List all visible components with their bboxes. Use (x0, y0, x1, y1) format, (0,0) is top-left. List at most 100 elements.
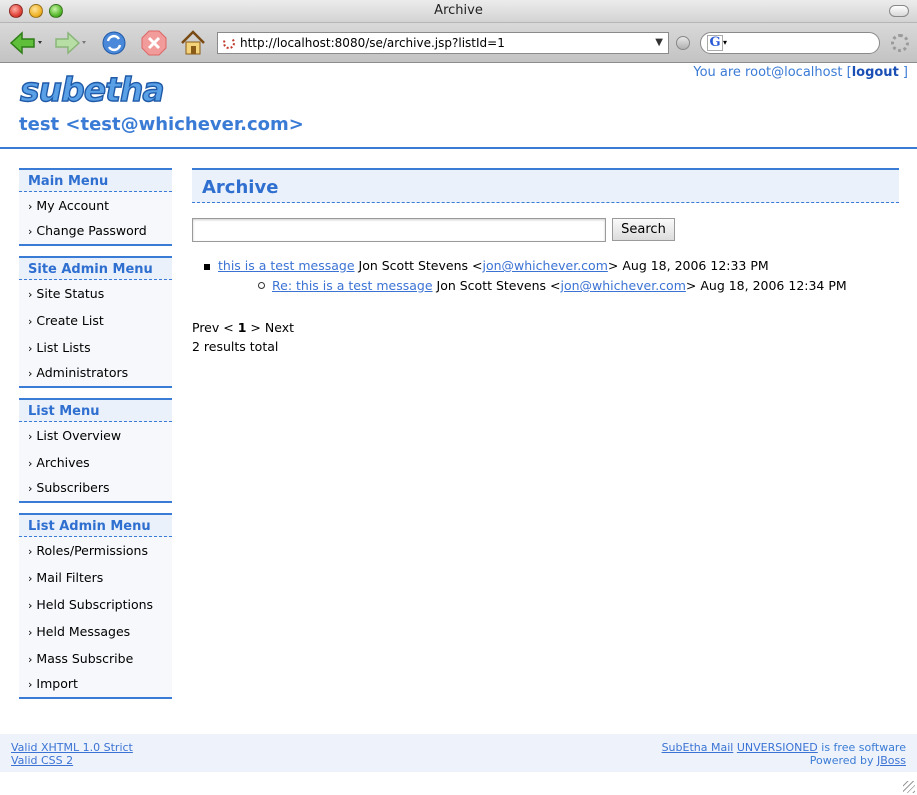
subetha-logo[interactable]: subetha (18, 67, 168, 111)
valid-xhtml-link[interactable]: Valid XHTML 1.0 Strict (11, 741, 133, 754)
list-menu: List Menu › List Overview › Archives › Subs… (19, 398, 172, 503)
menu-title: Site Admin Menu (19, 258, 172, 280)
pager-lt: < (223, 320, 234, 335)
pager-current-page: 1 (237, 320, 247, 335)
chevron-right-icon: › (28, 653, 33, 666)
menu-item-list-overview[interactable]: › List Overview (19, 422, 172, 449)
version-link[interactable]: UNVERSIONED (737, 741, 818, 754)
message-subject-link[interactable]: Re: this is a test message (272, 278, 433, 293)
menu-item-subscribers[interactable]: › Subscribers (19, 476, 172, 501)
menu-title: List Admin Menu (19, 515, 172, 537)
archive-search-form: Search (192, 218, 899, 248)
search-button[interactable]: Search (612, 218, 675, 241)
menu-item-site-status[interactable]: › Site Status (19, 280, 172, 307)
back-arrow-icon (9, 31, 42, 55)
chevron-right-icon: › (28, 599, 33, 612)
search-engine-dropdown-icon[interactable]: ▾ (723, 38, 727, 47)
chevron-right-icon: › (28, 288, 33, 301)
user-status-suffix: ] (898, 65, 908, 80)
sidebar: Main Menu › My Account › Change Password S… (19, 168, 172, 709)
chevron-right-icon: › (28, 482, 33, 495)
header-divider (0, 147, 917, 149)
resize-grip-icon[interactable] (903, 781, 915, 793)
chevron-right-icon: › (28, 457, 33, 470)
address-bar[interactable]: http://localhost:8080/se/archive.jsp?lis… (217, 32, 669, 54)
reload-icon (102, 31, 126, 55)
go-button[interactable] (676, 36, 690, 50)
circle-bullet-icon (258, 282, 265, 289)
chevron-right-icon: › (28, 225, 33, 238)
chevron-down-icon[interactable]: ▼ (655, 37, 663, 48)
message-subject-link[interactable]: this is a test message (218, 258, 355, 273)
message-date: Aug 18, 2006 12:33 PM (622, 258, 769, 273)
site-admin-menu: Site Admin Menu › Site Status › Create Lis… (19, 256, 172, 388)
forward-arrow-icon (55, 31, 86, 55)
subetha-logo-icon: subetha (19, 69, 165, 109)
back-button[interactable] (6, 28, 46, 58)
chevron-right-icon: › (28, 626, 33, 639)
chevron-right-icon: › (28, 367, 33, 380)
menu-item-mail-filters[interactable]: › Mail Filters (19, 564, 172, 591)
pager-next: Next (264, 320, 295, 335)
web-page: subetha test <test@whichever.com> You ar… (0, 64, 917, 795)
subetha-mail-link[interactable]: SubEtha Mail (662, 741, 734, 754)
message-email-link[interactable]: jon@whichever.com (560, 278, 685, 293)
menu-title: List Menu (19, 400, 172, 422)
pager-gt: > (250, 320, 261, 335)
browser-search-box[interactable]: G ▾ (700, 32, 880, 54)
home-icon (181, 30, 205, 55)
menu-item-roles-permissions[interactable]: › Roles/Permissions (19, 537, 172, 564)
reload-button[interactable] (99, 28, 129, 58)
user-status-text: You are root@localhost [ (693, 65, 852, 80)
window-titlebar: Archive (0, 0, 917, 23)
toolbar-toggle-icon[interactable] (889, 5, 909, 17)
powered-by-text: Powered by (809, 754, 878, 767)
menu-item-held-subscriptions[interactable]: › Held Subscriptions (19, 591, 172, 618)
chevron-right-icon: › (28, 342, 33, 355)
stop-button[interactable] (139, 28, 169, 58)
throbber-icon (891, 34, 909, 52)
message-email-link[interactable]: jon@whichever.com (482, 258, 607, 273)
menu-item-change-password[interactable]: › Change Password (19, 219, 172, 244)
window-title: Archive (434, 3, 483, 18)
menu-item-held-messages[interactable]: › Held Messages (19, 618, 172, 645)
logout-link[interactable]: logout (852, 65, 899, 80)
jboss-link[interactable]: JBoss (877, 754, 906, 767)
list-admin-menu: List Admin Menu › Roles/Permissions › Mail… (19, 513, 172, 699)
loading-icon (223, 37, 235, 49)
user-status: You are root@localhost [logout ] (693, 65, 908, 80)
menu-item-archives[interactable]: › Archives (19, 449, 172, 476)
menu-item-my-account[interactable]: › My Account (19, 192, 172, 219)
list-item: Re: this is a test message Jon Scott Ste… (258, 278, 847, 293)
list-item: this is a test message Jon Scott Stevens… (204, 258, 769, 273)
chevron-right-icon: › (28, 200, 33, 213)
list-title: test <test@whichever.com> (19, 114, 304, 135)
menu-item-administrators[interactable]: › Administrators (19, 361, 172, 386)
menu-item-list-lists[interactable]: › List Lists (19, 334, 172, 361)
valid-css-link[interactable]: Valid CSS 2 (11, 754, 73, 767)
chevron-right-icon: › (28, 572, 33, 585)
main-content: Archive Search this is a test message Jo… (192, 168, 899, 354)
archive-search-input[interactable] (192, 218, 606, 242)
message-author: Jon Scott Stevens (358, 258, 469, 273)
message-date: Aug 18, 2006 12:34 PM (700, 278, 847, 293)
chevron-right-icon: › (28, 678, 33, 691)
page-title: Archive (192, 168, 899, 203)
message-author: Jon Scott Stevens (436, 278, 547, 293)
square-bullet-icon (204, 264, 210, 270)
address-url[interactable]: http://localhost:8080/se/archive.jsp?lis… (240, 36, 505, 50)
forward-button[interactable] (50, 28, 90, 58)
menu-item-mass-subscribe[interactable]: › Mass Subscribe (19, 645, 172, 672)
menu-item-import[interactable]: › Import (19, 672, 172, 697)
pagination: Prev < 1 > Next (192, 320, 294, 335)
chevron-right-icon: › (28, 545, 33, 558)
menu-item-create-list[interactable]: › Create List (19, 307, 172, 334)
google-icon[interactable]: G (707, 35, 723, 51)
pager-prev: Prev (192, 320, 220, 335)
results-count: 2 results total (192, 339, 279, 354)
svg-text:subetha: subetha (20, 70, 164, 109)
stop-icon (141, 30, 167, 56)
free-software-text: is free software (817, 741, 906, 754)
chevron-right-icon: › (28, 315, 33, 328)
home-button[interactable] (178, 28, 208, 58)
